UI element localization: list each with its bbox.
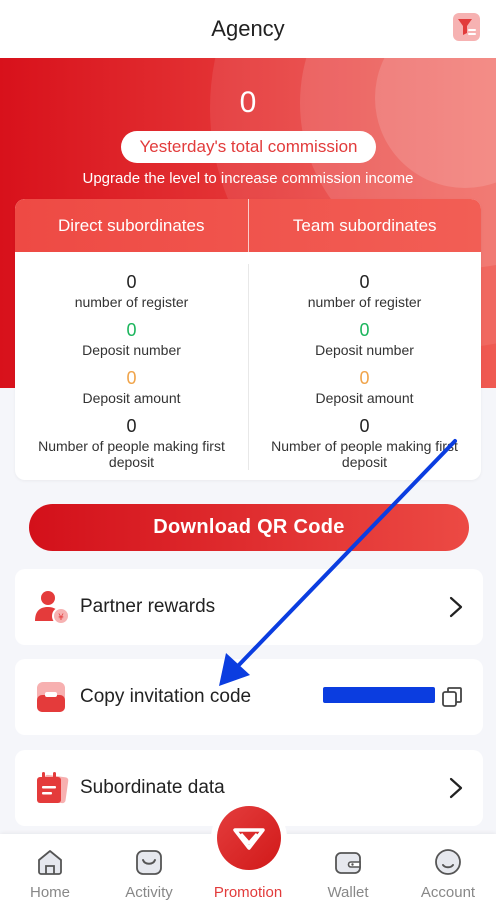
stat-label: Deposit number — [82, 342, 181, 358]
team-stats-column: 0 number of register 0 Deposit number 0 … — [248, 252, 481, 480]
svg-text:¥: ¥ — [58, 613, 64, 623]
stat-value: 0 — [126, 368, 137, 388]
partner-rewards-label: Partner rewards — [80, 596, 216, 617]
commission-value: 0 — [239, 86, 257, 119]
stat-label: Deposit amount — [82, 390, 181, 406]
stat-value: 0 — [126, 320, 137, 340]
copy-icon[interactable] — [441, 686, 463, 708]
stat-value: 0 — [126, 272, 137, 292]
account-icon — [435, 849, 461, 875]
promotion-diamond-icon — [217, 806, 281, 870]
filter-icon[interactable] — [453, 13, 480, 41]
direct-register-stat: 0 number of register — [15, 272, 248, 310]
stat-label: number of register — [74, 294, 189, 310]
subordinate-data-label: Subordinate data — [80, 777, 225, 798]
tab-label: Home — [29, 884, 70, 901]
direct-first-deposit-stat: 0 Number of people making first deposit — [15, 416, 248, 470]
partner-rewards-icon: ¥ — [35, 591, 70, 625]
tab-label: Promotion — [213, 884, 283, 901]
stat-value: 0 — [359, 272, 370, 292]
tab-activity[interactable]: Activity — [99, 834, 199, 902]
upgrade-hint: Upgrade the level to increase commission… — [82, 170, 414, 187]
team-deposit-number-stat: 0 Deposit number — [248, 320, 481, 358]
chevron-right-icon — [449, 596, 463, 618]
stat-label: number of register — [307, 294, 422, 310]
stat-label: Deposit number — [315, 342, 414, 358]
subordinates-stats-card: Direct subordinates Team subordinates 0 … — [15, 199, 481, 480]
partner-rewards-item[interactable]: ¥ Partner rewards — [15, 569, 483, 645]
stat-value: 0 — [359, 416, 370, 436]
tab-wallet[interactable]: Wallet — [298, 834, 398, 902]
tab-home[interactable]: Home — [0, 834, 100, 902]
team-register-stat: 0 number of register — [248, 272, 481, 310]
app-header: Agency — [0, 0, 496, 58]
direct-stats-column: 0 number of register 0 Deposit number 0 … — [15, 252, 248, 480]
tab-label: Wallet — [327, 884, 369, 901]
home-icon — [38, 850, 62, 875]
stat-label: Number of people making first deposit — [38, 438, 225, 470]
invitation-code-redacted — [323, 687, 435, 703]
copy-invitation-code-item[interactable]: Copy invitation code — [15, 659, 483, 735]
team-first-deposit-stat: 0 Number of people making first deposit — [248, 416, 481, 470]
download-qr-code-button[interactable]: Download QR Code — [29, 504, 469, 551]
stat-value: 0 — [359, 368, 370, 388]
invitation-box-icon — [37, 682, 65, 712]
subordinate-data-icon — [37, 772, 69, 804]
team-subordinates-title: Team subordinates — [292, 215, 437, 235]
tab-account[interactable]: Account — [398, 834, 496, 902]
direct-subordinates-title: Direct subordinates — [58, 215, 205, 235]
activity-icon — [136, 850, 162, 875]
stat-value: 0 — [359, 320, 370, 340]
team-deposit-amount-stat: 0 Deposit amount — [248, 368, 481, 406]
wallet-icon — [335, 852, 361, 874]
stat-value: 0 — [126, 416, 137, 436]
direct-deposit-amount-stat: 0 Deposit amount — [15, 368, 248, 406]
stat-label: Deposit amount — [315, 390, 414, 406]
copy-invitation-label: Copy invitation code — [80, 686, 252, 707]
chevron-right-icon — [449, 777, 463, 799]
stats-header: Direct subordinates Team subordinates — [15, 199, 481, 252]
tab-label: Account — [420, 884, 476, 901]
stat-label: Number of people making first deposit — [271, 438, 458, 470]
commission-label-pill: Yesterday's total commission — [121, 131, 376, 163]
direct-deposit-number-stat: 0 Deposit number — [15, 320, 248, 358]
page-title: Agency — [211, 16, 285, 41]
promotion-center-button[interactable] — [211, 800, 287, 876]
tab-label: Activity — [125, 884, 173, 901]
